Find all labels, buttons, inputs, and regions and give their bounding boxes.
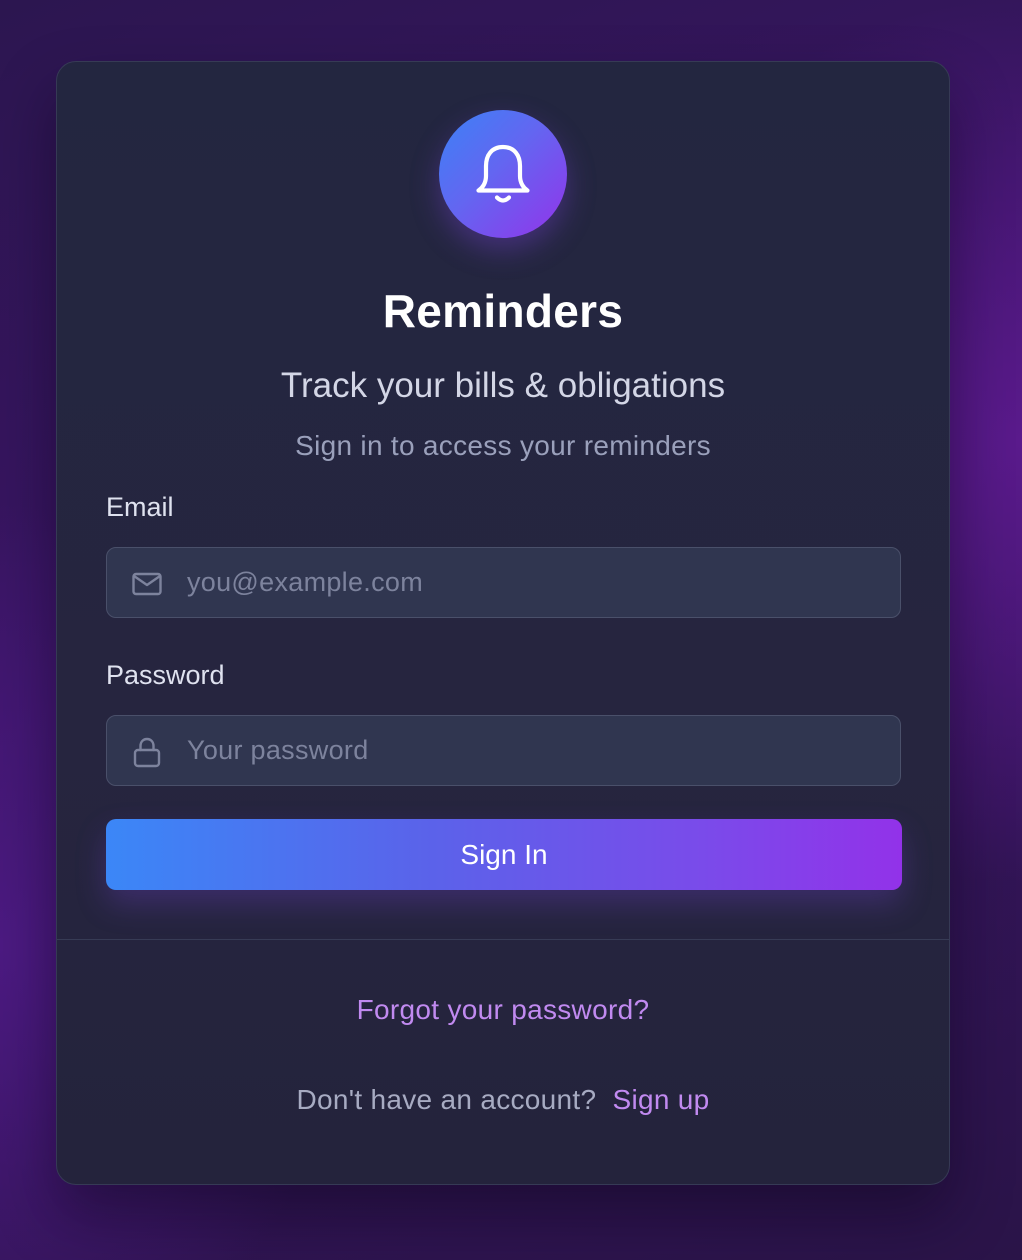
email-label: Email bbox=[106, 492, 174, 522]
password-label: Password bbox=[106, 660, 225, 690]
forgot-password-link[interactable]: Forgot your password? bbox=[57, 994, 949, 1026]
sign-up-link[interactable]: Sign up bbox=[612, 1084, 709, 1115]
page-title: Reminders bbox=[382, 285, 624, 337]
login-card: Reminders Track your bills & obligations… bbox=[56, 61, 950, 1185]
email-input[interactable] bbox=[187, 548, 887, 616]
sign-in-button[interactable]: Sign In bbox=[106, 819, 902, 890]
password-field[interactable] bbox=[106, 715, 901, 786]
page-subtitle: Track your bills & obligations bbox=[280, 366, 726, 405]
app-logo bbox=[439, 110, 567, 238]
lock-icon bbox=[133, 737, 161, 768]
mail-icon bbox=[132, 572, 162, 596]
bell-icon bbox=[476, 144, 530, 203]
signup-row: Don't have an account? Sign up bbox=[57, 1084, 949, 1116]
email-field[interactable] bbox=[106, 547, 901, 618]
signup-prompt: Don't have an account? bbox=[296, 1084, 597, 1115]
password-input[interactable] bbox=[187, 716, 887, 784]
divider bbox=[57, 939, 949, 940]
signin-hint: Sign in to access your reminders bbox=[295, 430, 711, 461]
